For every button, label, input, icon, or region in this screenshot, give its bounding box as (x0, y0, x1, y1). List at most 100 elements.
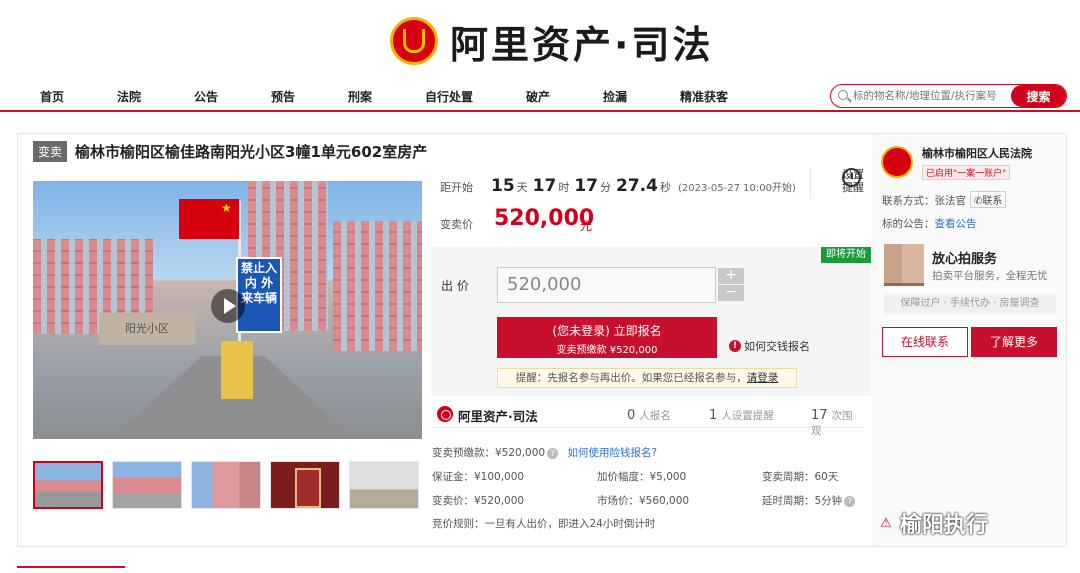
signup-count-label: 人报名 (639, 410, 671, 422)
margin-info: 保证金：¥100,000 (432, 471, 525, 483)
gate-sign: 阳光小区 (99, 313, 195, 345)
info-icon: ! (729, 340, 741, 352)
nav-notices[interactable]: 公告 (194, 88, 218, 105)
hours-unit: 时 (558, 181, 570, 194)
view-count: 17 次围观 (811, 408, 863, 438)
thumbnail[interactable] (191, 461, 261, 509)
nav-bankruptcy[interactable]: 破产 (526, 88, 550, 105)
bid-amount-input[interactable]: 520,000 (497, 267, 716, 303)
how-to-pay-link[interactable]: ! 如何交钱报名 (729, 338, 810, 354)
play-icon[interactable] (211, 289, 245, 323)
countdown-label: 距开始 (440, 181, 473, 194)
nav-home[interactable]: 首页 (40, 88, 64, 105)
minutes-unit: 分 (600, 181, 612, 194)
login-link[interactable]: 请登录 (747, 372, 779, 384)
reminder-line1: 设置 (842, 168, 864, 181)
service-subtitle: 拍卖平台服务，全程无忧 (932, 270, 1048, 282)
online-contact-button[interactable]: 在线联系 (882, 327, 968, 357)
market-price-info: 市场价：¥560,000 (597, 495, 690, 507)
contact-name: 张法官 (934, 195, 967, 207)
signup-count-value: 0 (627, 408, 636, 423)
increase-bid-button[interactable]: + (718, 268, 744, 284)
bid-rule: 竞价规则：一旦有人出价，即进入24小时倒计时 (432, 518, 656, 530)
sale-type-tag: 变卖 (33, 141, 68, 162)
tip-text: 提醒：先报名参与再出价。如果您已经报名参与， (515, 372, 747, 384)
days-unit: 天 (516, 181, 528, 194)
sale-price-info: 变卖价：¥520,000 (432, 495, 525, 507)
nav-bargain[interactable]: 捡漏 (603, 88, 627, 105)
service-features: 保障过户 · 手续代办 · 房屋调查 (884, 294, 1056, 314)
site-logo[interactable]: 阿里资产·司法 (390, 12, 713, 70)
decrease-bid-button[interactable]: − (718, 285, 744, 301)
warning-icon: ⚠ (880, 516, 892, 531)
search-bar: 搜索 (830, 84, 1067, 108)
logo-text: 阿里资产·司法 (450, 22, 714, 67)
deposit-help-link[interactable]: 如何使用险钱报名? (567, 447, 657, 459)
bid-label: 出 价 (441, 279, 469, 293)
ali-assets-icon (437, 406, 453, 422)
countdown: 距开始 15 天 17 时 17 分 27.4 秒 (2023-05-27 10… (440, 176, 796, 196)
contact-button-label: 联系 (982, 196, 1003, 207)
view-count-value: 17 (811, 408, 828, 423)
search-input[interactable] (853, 88, 1013, 104)
wechat-watermark: 榆阳执行 (900, 513, 989, 538)
countdown-seconds: 27.4 (616, 176, 658, 196)
increment-info: 加价幅度：¥5,000 (597, 471, 687, 483)
countdown-days: 15 (491, 176, 515, 196)
notice-label: 标的公告： (882, 218, 935, 230)
deposit-text: 变卖预缴款：¥520,000 (432, 447, 546, 459)
thumbnail[interactable] (270, 461, 340, 509)
countdown-hours: 17 (532, 176, 557, 196)
court-emblem-icon (881, 146, 913, 178)
view-notice-link[interactable]: 查看公告 (935, 218, 977, 230)
nav-self-disposal[interactable]: 自行处置 (425, 88, 473, 105)
thumbnail-strip (33, 461, 428, 509)
signup-count: 0 人报名 (627, 408, 671, 423)
signup-button[interactable]: (您未登录) 立即报名 变卖预缴款 ¥520,000 (497, 317, 717, 358)
reminder-label: 设置 提醒 (842, 168, 864, 194)
contact-button[interactable]: ✆联系 (970, 191, 1007, 208)
how-to-pay-label: 如何交钱报名 (744, 340, 810, 353)
coming-soon-badge: 即将开始 (821, 247, 871, 263)
nav-precise-leads[interactable]: 精准获客 (680, 88, 728, 105)
seconds-unit: 秒 (659, 181, 671, 194)
help-icon[interactable]: ? (844, 495, 856, 507)
bottom-tab-indicator (17, 566, 125, 573)
service-title: 放心拍服务 (932, 252, 998, 267)
set-reminder-button[interactable]: 设置 提醒 (812, 168, 864, 196)
signup-main-label: (您未登录) 立即报名 (552, 324, 662, 338)
nav-preview[interactable]: 预告 (271, 88, 295, 105)
search-button[interactable]: 搜索 (1011, 85, 1066, 107)
learn-more-button[interactable]: 了解更多 (971, 327, 1057, 357)
item-title-row: 变卖 榆林市榆阳区榆佳路南阳光小区3幢1单元602室房产 (33, 141, 427, 162)
reminder-count: 1 人设置提醒 (709, 408, 774, 423)
period-info: 变卖周期：60天 (762, 471, 839, 483)
price-label: 变卖价 (440, 218, 473, 231)
barrier (221, 341, 253, 399)
national-flag (179, 199, 239, 239)
price-unit: 元 (580, 219, 593, 233)
reminder-count-label: 人设置提醒 (721, 410, 774, 422)
contact-label: 联系方式： (882, 195, 935, 207)
item-title: 榆林市榆阳区榆佳路南阳光小区3幢1单元602室房产 (75, 143, 428, 161)
signup-deposit-label: 变卖预缴款 ¥520,000 (556, 345, 658, 356)
nav-criminal[interactable]: 刑案 (348, 88, 372, 105)
login-tip: 提醒：先报名参与再出价。如果您已经报名参与，请登录 (497, 368, 797, 388)
thumbnail[interactable] (349, 461, 419, 509)
divider (810, 168, 811, 198)
start-time: (2023-05-27 10:00开始) (677, 183, 796, 194)
thumbnail[interactable] (112, 461, 182, 509)
help-icon[interactable]: ? (547, 447, 559, 459)
court-contact: 联系方式：张法官 ✆联系 (882, 191, 1007, 208)
reminder-line2: 提醒 (842, 181, 864, 194)
thumbnail[interactable] (33, 461, 103, 509)
court-notice: 标的公告：查看公告 (882, 216, 977, 231)
main-image[interactable]: 阳光小区 禁止入内 外来车辆 (33, 181, 422, 439)
delay-info: 延时周期：5分钟? (762, 493, 856, 508)
search-icon (838, 90, 848, 100)
reminder-count-value: 1 (709, 408, 718, 423)
court-name[interactable]: 榆林市榆阳区人民法院 (922, 145, 1032, 161)
delay-text: 延时周期：5分钟 (762, 495, 843, 507)
account-badge: 已启用"一案一账户" (922, 165, 1011, 180)
nav-courts[interactable]: 法院 (117, 88, 141, 105)
